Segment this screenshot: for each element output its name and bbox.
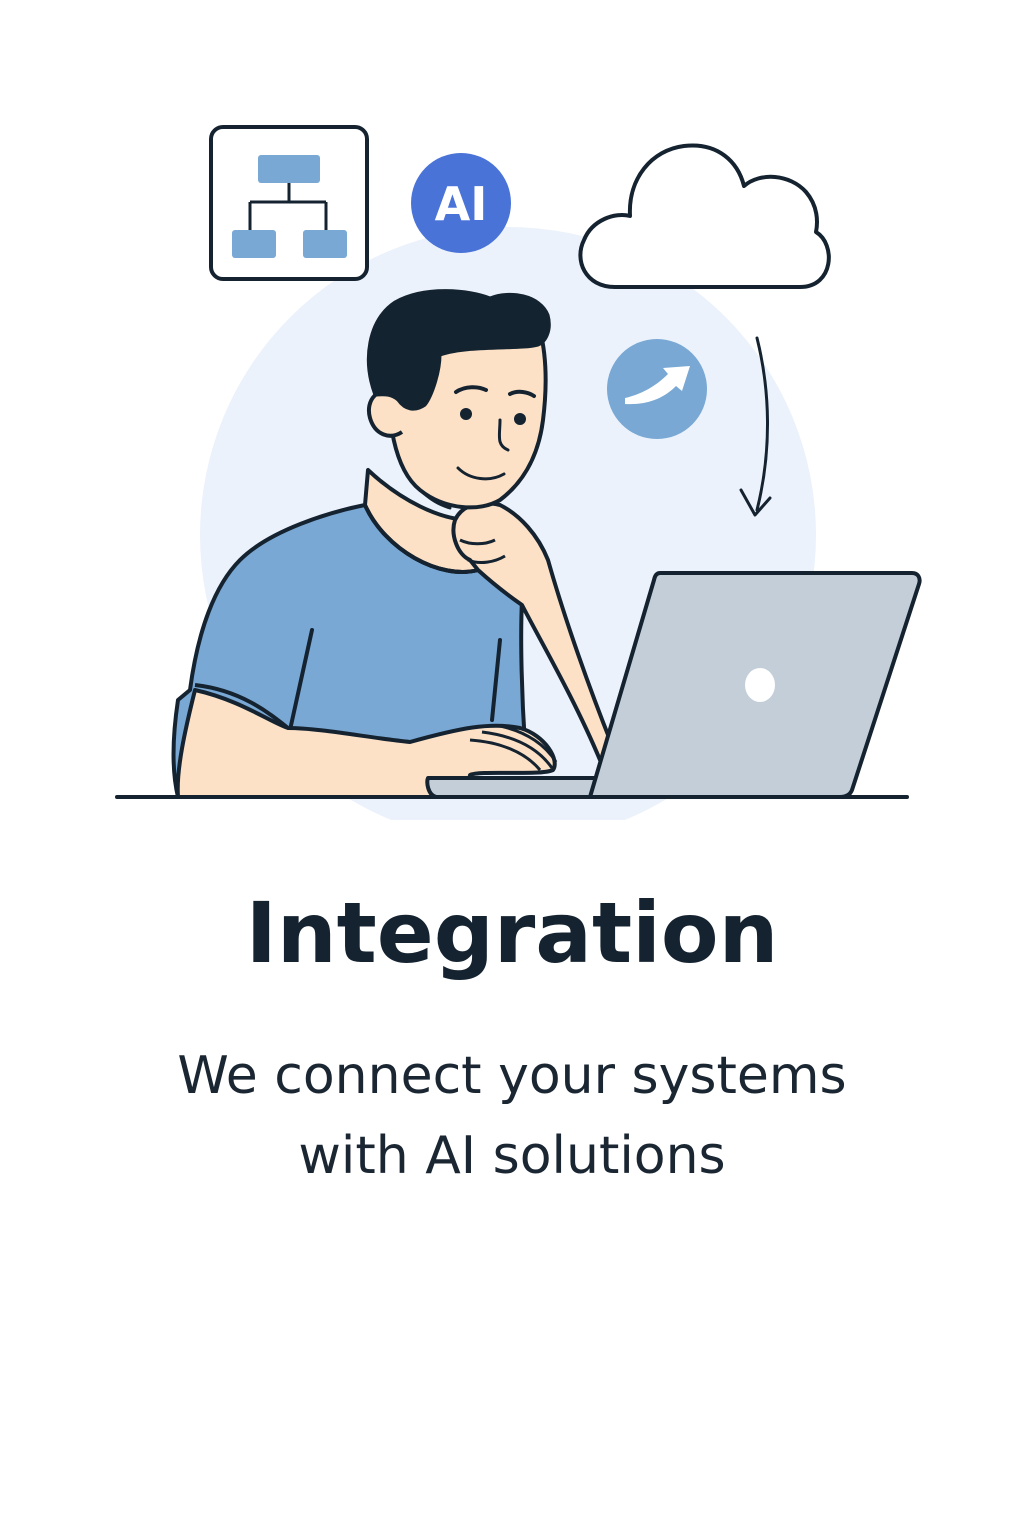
share-arrow-icon — [607, 339, 707, 439]
ai-badge-icon: AI — [411, 153, 511, 253]
ai-badge-label: AI — [435, 177, 488, 231]
subtitle-line-2: with AI solutions — [298, 1126, 726, 1186]
cloud-icon — [578, 143, 831, 289]
org-chart-icon — [209, 125, 369, 281]
page-subtitle: We connect your systems with AI solution… — [0, 1036, 1024, 1196]
integration-illustration: AI — [115, 125, 922, 820]
subtitle-line-1: We connect your systems — [177, 1046, 847, 1106]
page-title: Integration — [245, 884, 779, 982]
